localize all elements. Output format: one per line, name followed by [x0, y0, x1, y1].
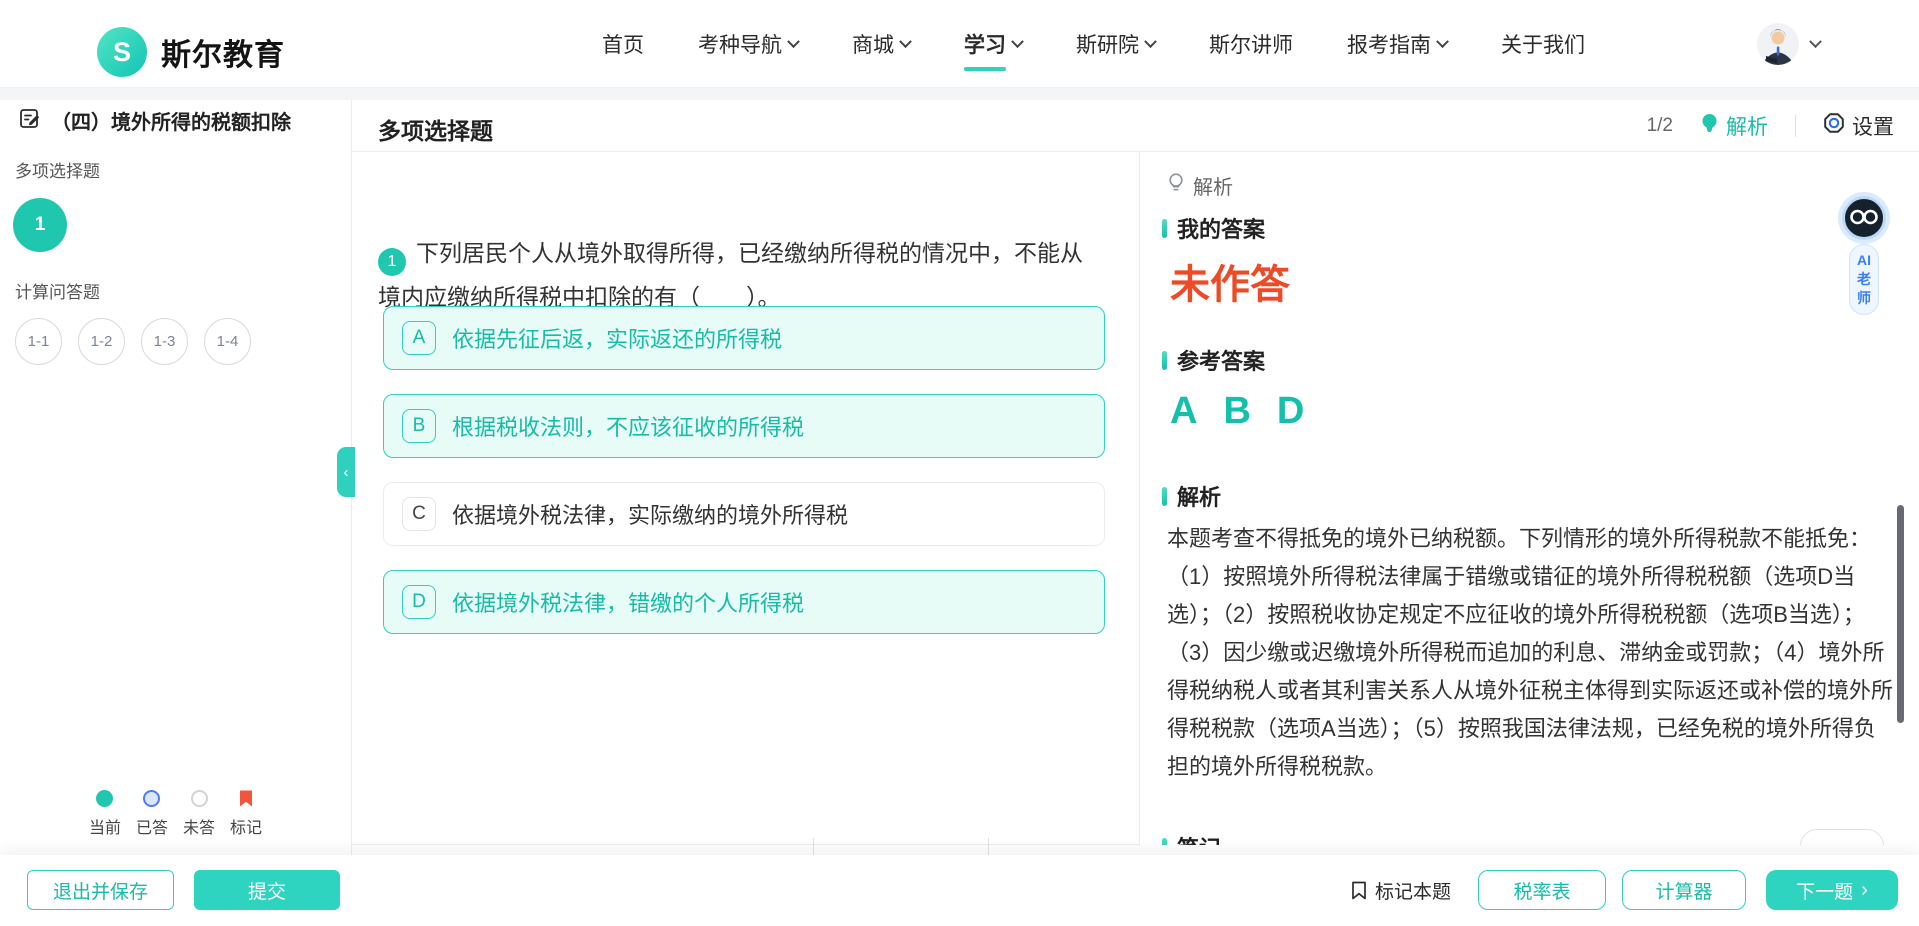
option-c[interactable]: C 依据境外税法律，实际缴纳的境外所得税: [383, 482, 1105, 546]
divider-tick: [813, 838, 814, 856]
section-marker: [1162, 351, 1167, 370]
logo-icon: S: [97, 27, 147, 77]
chevron-down-icon: [1011, 35, 1024, 48]
progress-indicator: 1/2: [1647, 115, 1673, 137]
lightbulb-outline-icon: [1167, 172, 1185, 199]
mark-question-button[interactable]: 标记本题: [1351, 877, 1451, 904]
my-answer-heading: 我的答案: [1162, 212, 1265, 244]
section-marker: [1162, 838, 1167, 846]
chapter-title-text: （四）境外所得的税额扣除: [51, 106, 291, 135]
question-nav-1-2[interactable]: 1-2: [78, 318, 125, 365]
vertical-divider: [1795, 115, 1796, 137]
next-question-button[interactable]: 下一题 ›: [1766, 870, 1898, 910]
question-nav-1-3[interactable]: 1-3: [141, 318, 188, 365]
legend-marked: 标记: [230, 790, 262, 838]
explanation-text: 本题考查不得抵免的境外已纳税额。下列情形的境外所得税款不能抵免： （1）按照境外…: [1167, 520, 1893, 786]
nav-item-lecturers[interactable]: 斯尔讲师: [1209, 0, 1293, 88]
logo-text: 斯尔教育: [161, 30, 285, 74]
settings-button[interactable]: 设置: [1823, 111, 1894, 141]
lightbulb-icon: [1700, 113, 1719, 140]
chevron-down-icon: [1144, 35, 1157, 48]
sidebar-collapse-handle[interactable]: ‹: [337, 447, 355, 497]
analysis-panel: 解析 我的答案 未作答 参考答案 A B D 解析 本题考查不得抵免的境外已纳税…: [1140, 152, 1919, 845]
chevron-down-icon: [1436, 35, 1449, 48]
bookmark-icon: [239, 790, 253, 807]
analysis-toggle-button[interactable]: 解析: [1700, 111, 1768, 141]
bottom-action-bar: 退出并保存 提交 标记本题 税率表 计算器 下一题 ›: [0, 855, 1919, 926]
subquestion-row: 1-1 1-2 1-3 1-4: [15, 318, 251, 365]
unanswered-dot-icon: [191, 790, 208, 807]
nav-item-exam-guide[interactable]: 报考指南: [1347, 0, 1447, 88]
analysis-panel-label: 解析: [1167, 171, 1233, 200]
brand-logo[interactable]: S 斯尔教育: [97, 27, 285, 77]
status-legend: 当前 已答 未答 标记: [0, 790, 351, 838]
tax-rate-table-button[interactable]: 税率表: [1478, 870, 1606, 910]
question-navigator-sidebar: （四）境外所得的税额扣除 多项选择题 1 计算问答题 1-1 1-2 1-3 1…: [0, 100, 352, 855]
chevron-down-icon: [899, 35, 912, 48]
analysis-scrollbar[interactable]: [1897, 505, 1904, 723]
divider-band: [0, 88, 1919, 100]
section-marker: [1162, 219, 1167, 238]
ai-teacher-widget[interactable]: AI 老 师: [1842, 196, 1886, 315]
question-type-title: 多项选择题: [378, 112, 493, 146]
top-navigation-bar: S 斯尔教育 首页 考种导航 商城 学习 斯研院 斯尔讲师 报考指南 关于我们: [0, 0, 1919, 88]
legend-unanswered: 未答: [183, 790, 215, 838]
question-nav-1-4[interactable]: 1-4: [204, 318, 251, 365]
question-nav-1[interactable]: 1: [13, 198, 67, 252]
user-menu[interactable]: [1757, 23, 1820, 65]
nav-item-research[interactable]: 斯研院: [1076, 0, 1155, 88]
my-answer-value: 未作答: [1170, 252, 1290, 310]
nav-item-exam-nav[interactable]: 考种导航: [698, 0, 798, 88]
gear-icon: [1823, 112, 1845, 140]
reference-answer-value: A B D: [1170, 390, 1304, 433]
footer-left-actions: 退出并保存 提交: [27, 870, 340, 910]
question-panel: 1下列居民个人从境外取得所得，已经缴纳所得税的情况中，不能从境内应缴纳所得税中扣…: [352, 152, 1140, 845]
explanation-heading: 解析: [1162, 480, 1221, 512]
avatar: [1757, 23, 1799, 65]
answered-dot-icon: [143, 790, 160, 807]
current-dot-icon: [96, 790, 113, 807]
notes-expand-button[interactable]: [1800, 829, 1884, 845]
notes-heading: 笔记: [1162, 831, 1221, 845]
nav-item-study[interactable]: 学习: [964, 0, 1022, 88]
main-nav: 首页 考种导航 商城 学习 斯研院 斯尔讲师 报考指南 关于我们: [602, 0, 1585, 88]
chevron-down-icon: [1809, 35, 1822, 48]
arrow-right-icon: ›: [1861, 879, 1868, 902]
section-label-calculation: 计算问答题: [15, 278, 100, 303]
active-tab-underline: [964, 67, 1006, 71]
chevron-down-icon: [787, 35, 800, 48]
question-toolbar: 多项选择题 1/2 解析 设置: [352, 100, 1919, 152]
nav-item-home[interactable]: 首页: [602, 0, 644, 88]
bookmark-outline-icon: [1351, 881, 1367, 900]
option-list: A 依据先征后返，实际返还的所得税 B 根据税收法则，不应该征收的所得税 C 依…: [383, 306, 1105, 634]
calculator-button[interactable]: 计算器: [1622, 870, 1746, 910]
legend-answered: 已答: [136, 790, 168, 838]
reference-answer-heading: 参考答案: [1162, 344, 1265, 376]
option-d[interactable]: D 依据境外税法律，错缴的个人所得税: [383, 570, 1105, 634]
question-nav-1-1[interactable]: 1-1: [15, 318, 62, 365]
exit-and-save-button[interactable]: 退出并保存: [27, 870, 174, 910]
question-number-badge: 1: [378, 248, 406, 276]
section-marker: [1162, 487, 1167, 506]
option-a[interactable]: A 依据先征后返，实际返还的所得税: [383, 306, 1105, 370]
option-b[interactable]: B 根据税收法则，不应该征收的所得税: [383, 394, 1105, 458]
section-label-multichoice: 多项选择题: [15, 157, 100, 182]
ai-teacher-icon: [1842, 196, 1886, 240]
worksheet-icon: [18, 106, 42, 135]
nav-item-about-us[interactable]: 关于我们: [1501, 0, 1585, 88]
divider-tick: [988, 838, 989, 856]
toolbar-right: 1/2 解析 设置: [1647, 100, 1894, 152]
footer-right-actions: 标记本题 税率表 计算器 下一题 ›: [1351, 870, 1898, 910]
nav-item-mall[interactable]: 商城: [852, 0, 910, 88]
ai-teacher-label: AI 老 师: [1849, 244, 1879, 315]
submit-button[interactable]: 提交: [194, 870, 340, 910]
chapter-title: （四）境外所得的税额扣除: [18, 106, 291, 135]
legend-current: 当前: [89, 790, 121, 838]
